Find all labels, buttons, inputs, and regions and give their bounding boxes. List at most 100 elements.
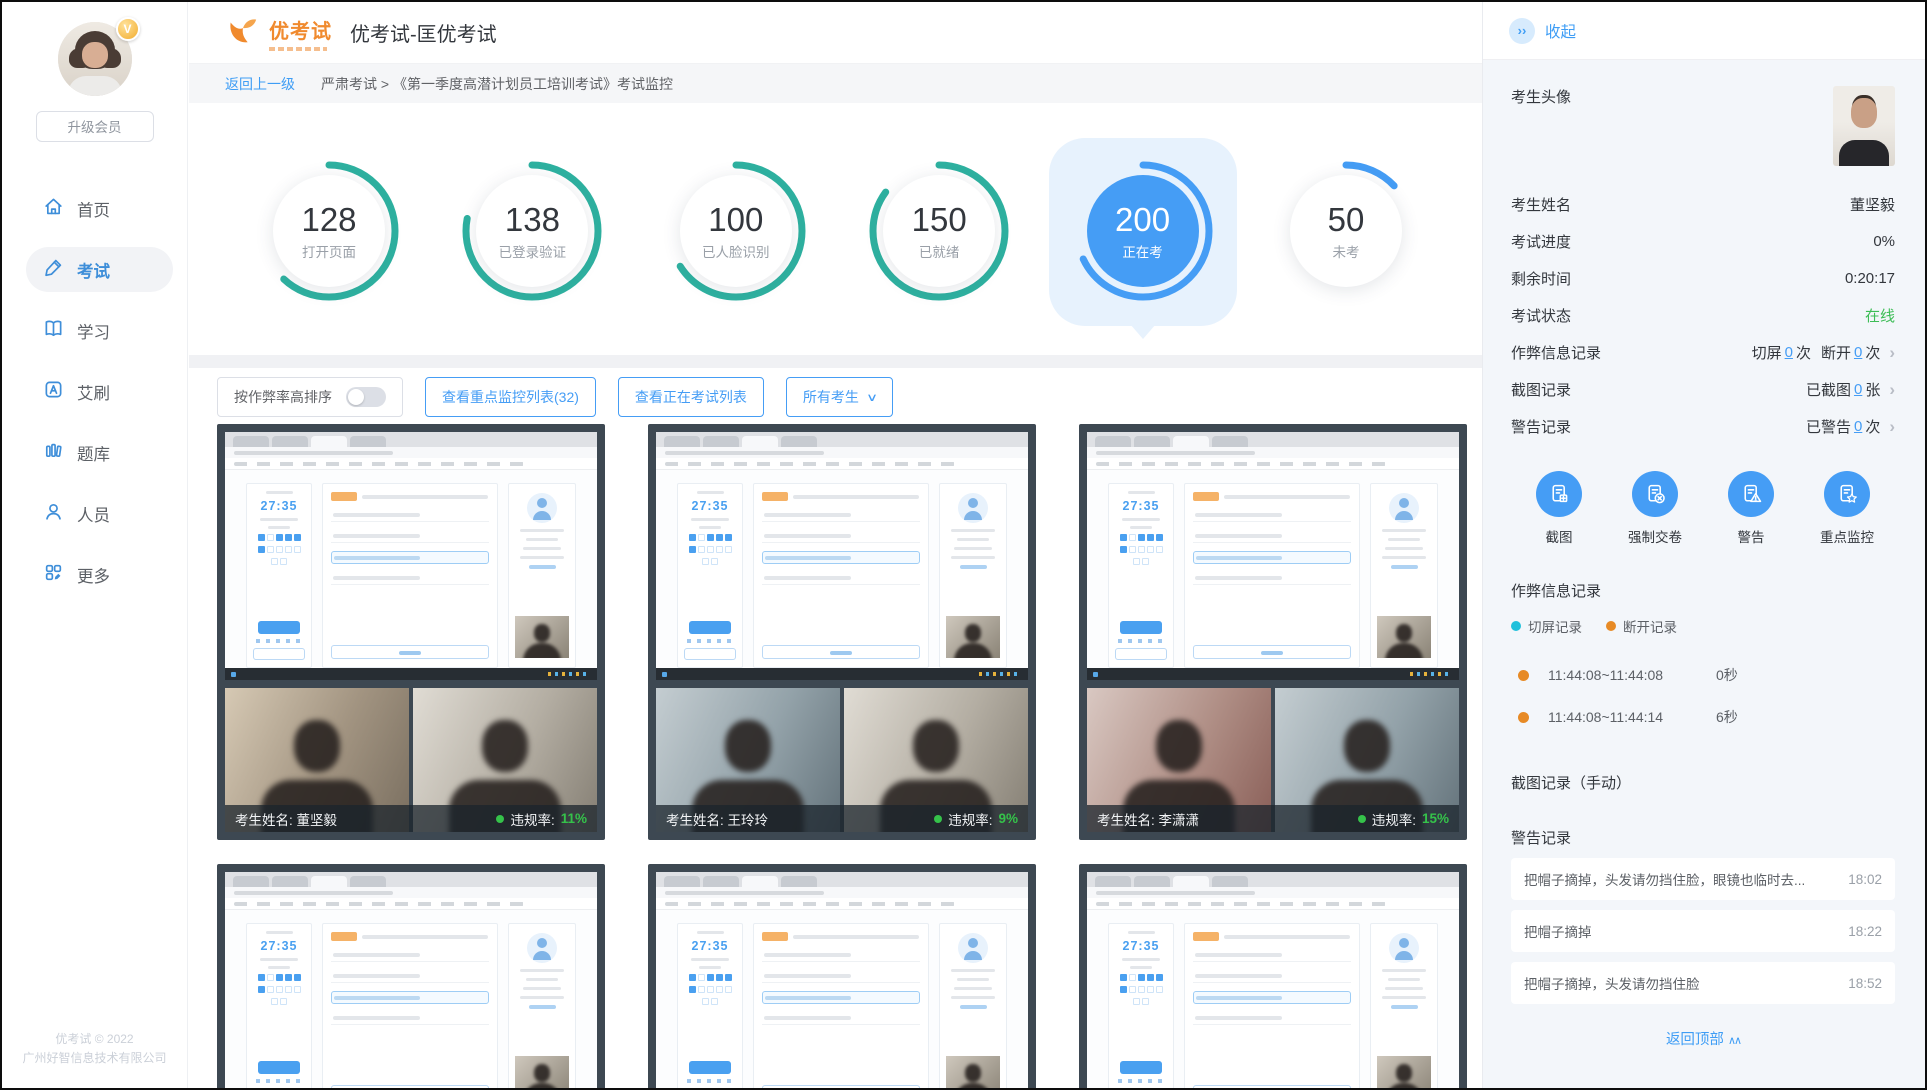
- browser-tabbar: [225, 872, 597, 887]
- book-icon: [43, 318, 64, 344]
- filter-row: 按作弊率高排序 查看重点监控列表(32) 查看正在考试列表 所有考生 ∨: [189, 378, 1482, 416]
- stat-circle-已就绪[interactable]: 150已就绪: [859, 151, 1019, 311]
- screenshot-action-button[interactable]: 截图: [1515, 471, 1603, 546]
- warning-row-value: 已警告 0 次 ›: [1806, 416, 1895, 437]
- student-screen-mock: 27:35: [656, 432, 1028, 680]
- user-avatar[interactable]: V: [58, 22, 132, 96]
- app-logo: 优考试: [269, 15, 332, 51]
- student-card[interactable]: 27:35: [648, 424, 1036, 840]
- student-card[interactable]: 27:35: [217, 864, 605, 1088]
- cheat-record-item: 11:44:08~11:44:080秒: [1511, 654, 1895, 696]
- webcam-thumb-mock: [946, 1056, 1000, 1088]
- sidebar-item-bank[interactable]: 题库: [26, 430, 173, 475]
- upgrade-member-button[interactable]: 升级会员: [36, 111, 154, 142]
- orange-dot-icon: [1518, 712, 1529, 723]
- warning-row-label: 警告记录: [1511, 416, 1571, 437]
- sidebar-item-more[interactable]: 更多: [26, 552, 173, 597]
- student-filter-dropdown[interactable]: 所有考生 ∨: [786, 377, 893, 417]
- student-card[interactable]: 27:35: [217, 424, 605, 840]
- sidebar: V 升级会员 首页 考试 学习 艾刷 题库: [2, 2, 188, 1088]
- stat-value: 150: [912, 201, 967, 239]
- student-avatar-mock: [958, 493, 988, 523]
- stat-label: 未考: [1332, 241, 1359, 261]
- chevron-right-icon[interactable]: ›: [1889, 380, 1895, 400]
- exam-page-mock: 27:35: [1087, 910, 1459, 1088]
- warning-time: 18:02: [1848, 872, 1882, 887]
- browser-tabbar: [656, 432, 1028, 447]
- webcam-thumb-mock: [1377, 1056, 1431, 1088]
- stat-circle-已人脸识别[interactable]: 100已人脸识别: [656, 151, 816, 311]
- stat-value: 200: [1115, 201, 1170, 239]
- warning-section-title: 警告记录: [1511, 827, 1895, 848]
- copyright: 优考试 © 2022 广州好智信息技术有限公司: [2, 1030, 187, 1068]
- warning-count-link[interactable]: 0: [1854, 418, 1862, 435]
- student-name-value: 董坚毅: [1850, 194, 1895, 215]
- sidebar-item-people[interactable]: 人员: [26, 491, 173, 536]
- screenshot-count-link[interactable]: 0: [1854, 381, 1862, 398]
- browser-addressbar: [1087, 447, 1459, 458]
- back-link[interactable]: 返回上一级: [225, 74, 295, 94]
- sidebar-item-study[interactable]: 学习: [26, 308, 173, 353]
- student-avatar-mock: [958, 933, 988, 963]
- watch-list-button[interactable]: 查看重点监控列表(32): [425, 377, 596, 417]
- question-bank-icon: [43, 440, 64, 466]
- sort-toggle[interactable]: [346, 387, 386, 407]
- stat-circle-已登录验证[interactable]: 138已登录验证: [452, 151, 612, 311]
- chevron-right-icon[interactable]: ›: [1889, 343, 1895, 363]
- panel-actions: 截图 强制交卷 警告 重点监控: [1511, 445, 1895, 546]
- cheat-record-item: 11:44:08~11:44:146秒: [1511, 696, 1895, 738]
- cards-row-2: 27:35: [217, 864, 1482, 1088]
- taskbar-mock: [656, 668, 1028, 680]
- sidebar-item-home[interactable]: 首页: [26, 186, 173, 231]
- warning-text: 把帽子摘掉，头发请勿挡住脸，眼镜也临时去...: [1524, 869, 1805, 889]
- browser-bookmarks: [225, 458, 597, 470]
- back-to-top-link[interactable]: 返回顶部∧∧: [1511, 1028, 1895, 1049]
- stats-section: 128打开页面 138已登录验证 100已人脸识别 150已就绪 200正在考 50未考: [189, 103, 1482, 355]
- sidebar-nav: 首页 考试 学习 艾刷 题库 人员: [2, 186, 187, 597]
- in-exam-list-button[interactable]: 查看正在考试列表: [618, 377, 764, 417]
- stat-label: 正在考: [1122, 241, 1163, 261]
- browser-bookmarks: [1087, 898, 1459, 910]
- cheat-row-label: 作弊信息记录: [1511, 342, 1601, 363]
- section-divider: [189, 355, 1482, 368]
- sort-by-cheat-box: 按作弊率高排序: [217, 377, 403, 417]
- browser-bookmarks: [656, 898, 1028, 910]
- card-label-bar: 考生姓名: 董坚毅 违规率: 11%: [225, 805, 597, 832]
- student-card[interactable]: 27:35: [1079, 424, 1467, 840]
- warning-time: 18:22: [1848, 924, 1882, 939]
- screen-switch-count-link[interactable]: 0: [1785, 344, 1793, 361]
- record-duration: 0秒: [1716, 665, 1738, 685]
- collapse-label: 收起: [1545, 20, 1576, 42]
- force-submit-icon: [1632, 471, 1678, 517]
- page-title: 优考试-匡优考试: [350, 18, 497, 47]
- sidebar-item-aishua[interactable]: 艾刷: [26, 369, 173, 414]
- progress-value: 0%: [1873, 233, 1895, 250]
- student-card[interactable]: 27:35: [1079, 864, 1467, 1088]
- student-card[interactable]: 27:35: [648, 864, 1036, 1088]
- breadcrumb-path: 严肃考试 > 《第一季度高潜计划员工培训考试》考试监控: [321, 74, 673, 94]
- focus-monitor-action-button[interactable]: 重点监控: [1803, 471, 1891, 546]
- student-screen-mock: 27:35: [1087, 872, 1459, 1088]
- student-avatar-mock: [1389, 493, 1419, 523]
- exam-status-value: 在线: [1865, 305, 1895, 326]
- force-submit-action-button[interactable]: 强制交卷: [1611, 471, 1699, 546]
- stat-circle-未考[interactable]: 50未考: [1266, 151, 1426, 311]
- app-logo-icon: [225, 13, 259, 52]
- collapse-panel-button[interactable]: ›› 收起: [1483, 2, 1925, 60]
- violation-rate: 违规率: 11%: [496, 809, 587, 829]
- exam-timer: 27:35: [692, 499, 729, 513]
- warn-action-button[interactable]: 警告: [1707, 471, 1795, 546]
- sidebar-item-exam[interactable]: 考试: [26, 247, 173, 292]
- stat-bubble: 50未考: [1290, 175, 1402, 287]
- legend-disconnect: 断开记录: [1606, 616, 1677, 636]
- stat-circle-打开页面[interactable]: 128打开页面: [249, 151, 409, 311]
- browser-addressbar: [225, 887, 597, 898]
- chevron-down-icon: ∨: [866, 391, 878, 404]
- stat-circle-正在考[interactable]: 200正在考: [1063, 151, 1223, 311]
- exam-page-mock: 27:35: [656, 910, 1028, 1088]
- student-name-label: 考生姓名: 董坚毅: [235, 809, 337, 829]
- chevron-right-icon[interactable]: ›: [1889, 417, 1895, 437]
- disconnect-count-link[interactable]: 0: [1854, 344, 1862, 361]
- sidebar-item-label: 艾刷: [77, 380, 110, 404]
- cheat-records: 11:44:08~11:44:080秒11:44:08~11:44:146秒: [1511, 654, 1895, 738]
